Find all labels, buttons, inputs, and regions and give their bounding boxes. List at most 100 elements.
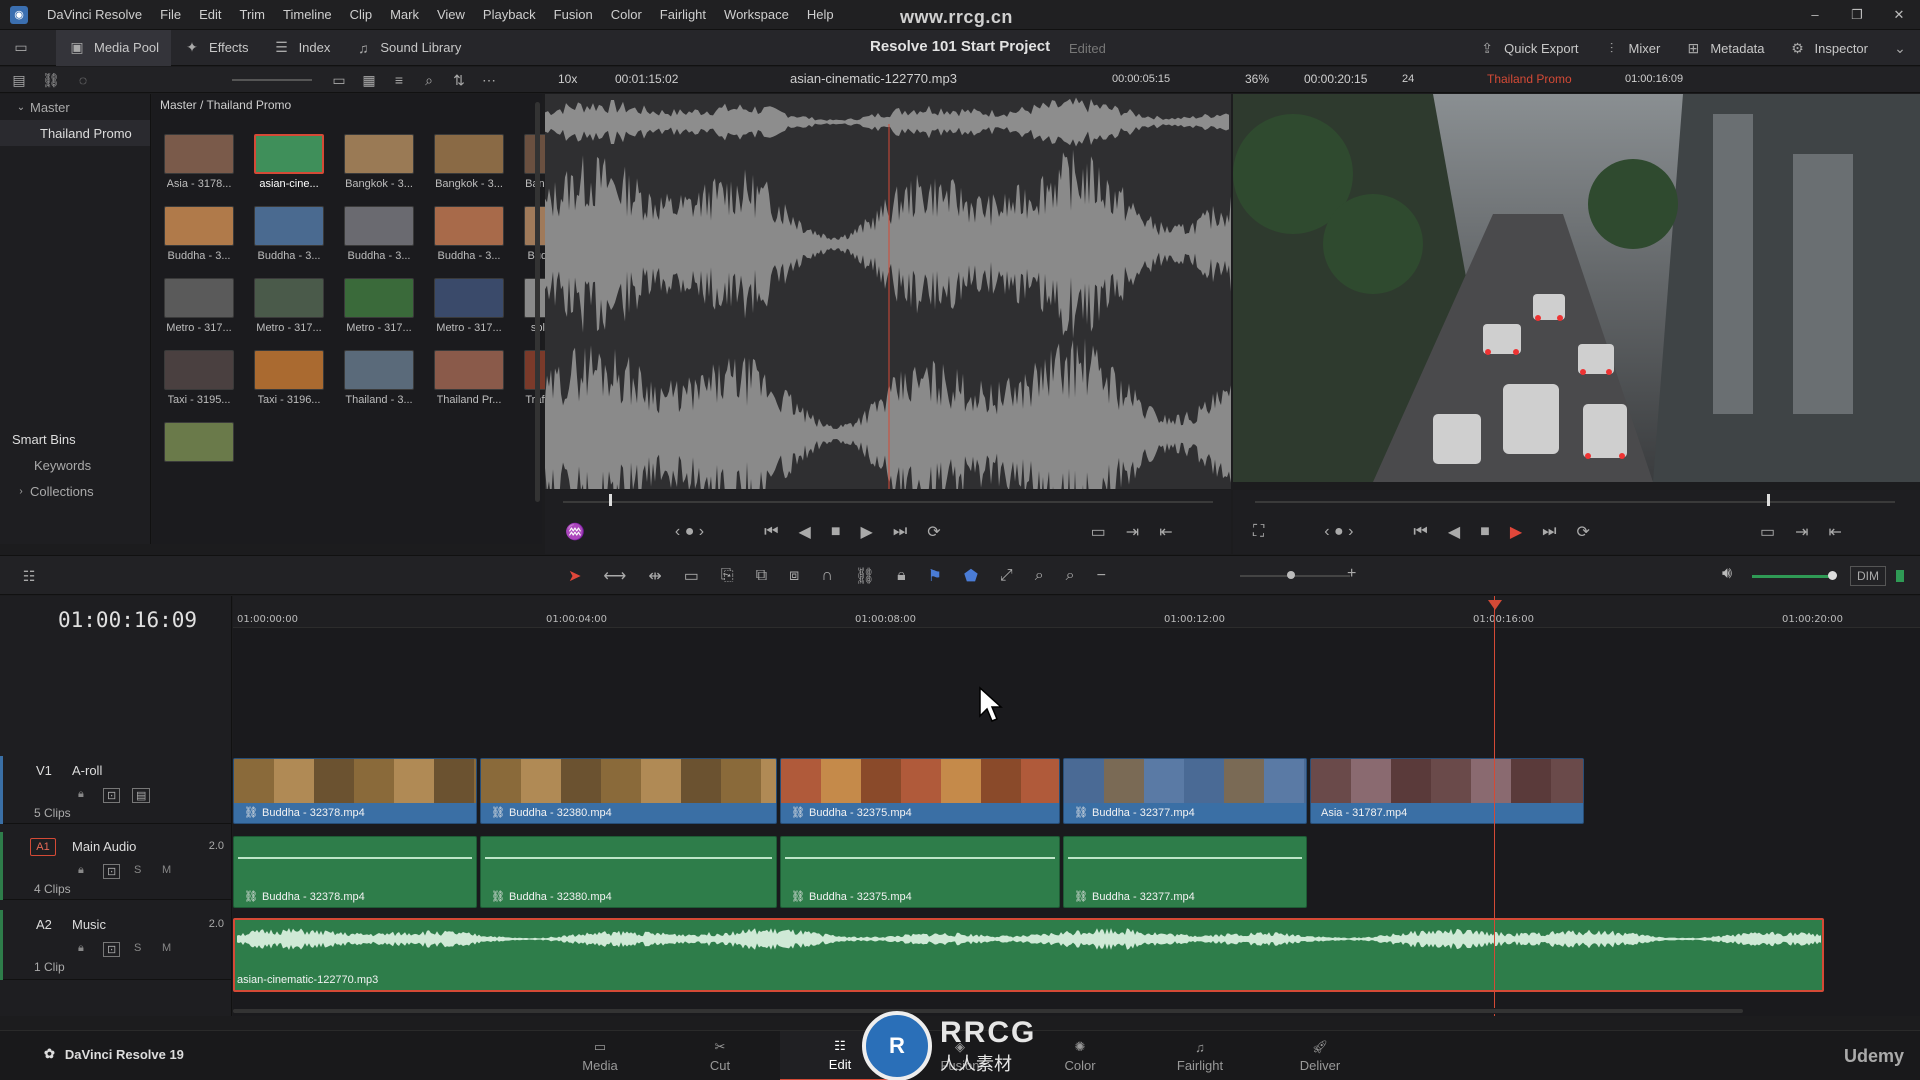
program-viewer[interactable]: [1233, 94, 1920, 489]
pool-clip-thumbnail[interactable]: Metro - 317...: [434, 278, 504, 350]
tab-fairlight[interactable]: ♫ Fairlight: [1140, 1031, 1260, 1080]
video-clip[interactable]: Asia - 31787.mp4: [1310, 758, 1584, 824]
inspector-button[interactable]: ⚙ Inspector: [1777, 30, 1880, 66]
linked-selection-icon[interactable]: ⛓: [855, 566, 875, 586]
menu-fusion[interactable]: Fusion: [545, 7, 602, 22]
source-zoom[interactable]: 10x: [558, 72, 577, 86]
track-a1-auto-select-icon[interactable]: ⊡: [103, 864, 121, 879]
chat-icon[interactable]: ◌: [74, 71, 92, 89]
timeline-scrollbar[interactable]: [233, 1008, 1920, 1014]
pool-clip-thumbnail[interactable]: Metro - 317...: [254, 278, 324, 350]
zoom-custom-icon[interactable]: ⌕: [1066, 567, 1075, 585]
index-button[interactable]: ☰ Index: [261, 30, 343, 66]
timeline[interactable]: 01:00:00:00 01:00:04:00 01:00:08:00 01:0…: [233, 596, 1920, 1016]
match-frame-icon[interactable]: ▭: [1760, 522, 1775, 542]
search-icon[interactable]: ⌕: [420, 71, 438, 89]
track-header-a2[interactable]: A2 Music 2.0 🔒︎ ⊡ S M 1 Clip: [0, 910, 232, 980]
smart-bin-keywords[interactable]: Keywords: [0, 452, 91, 478]
pool-clip-thumbnail[interactable]: Buddha - 3...: [344, 206, 414, 278]
pool-clip-thumbnail[interactable]: Thailand Pr...: [434, 350, 504, 422]
mark-in-icon[interactable]: ⇥: [1126, 522, 1139, 542]
pool-clip-thumbnail[interactable]: Buddha - 3...: [164, 206, 234, 278]
menu-app-name[interactable]: DaVinci Resolve: [38, 7, 151, 22]
pool-clip-thumbnail[interactable]: Metro - 317...: [164, 278, 234, 350]
jog-icon[interactable]: ‹ ● ›: [1324, 523, 1353, 541]
match-frame-icon[interactable]: ▭: [1091, 522, 1106, 542]
loop-icon[interactable]: ⟳: [1577, 522, 1590, 542]
mark-out-icon[interactable]: ⇤: [1159, 522, 1172, 542]
metadata-view-icon[interactable]: ▭: [330, 71, 348, 89]
playhead[interactable]: [1494, 596, 1495, 1016]
timeline-options-icon[interactable]: ☷: [20, 567, 38, 585]
pool-clip-thumbnail[interactable]: Metro - 317...: [344, 278, 414, 350]
menu-view[interactable]: View: [428, 7, 474, 22]
more-options-icon[interactable]: ⋯: [480, 71, 498, 89]
play-icon[interactable]: ▶: [861, 522, 873, 542]
pool-clip-thumbnail[interactable]: Taxi - 3196...: [254, 350, 324, 422]
pool-clip-thumbnail[interactable]: Thailand - 3...: [344, 350, 414, 422]
skip-back-icon[interactable]: ⏮: [1413, 523, 1427, 541]
bin-thailand-promo[interactable]: Thailand Promo: [0, 120, 150, 146]
restore-icon[interactable]: ❐: [1836, 0, 1878, 30]
position-lock-icon[interactable]: 🔒︎: [897, 567, 906, 585]
minimize-icon[interactable]: –: [1794, 0, 1836, 30]
skip-forward-icon[interactable]: ⏭: [1542, 523, 1556, 541]
track-a2-auto-select-icon[interactable]: ⊡: [103, 942, 121, 957]
close-icon[interactable]: ✕: [1878, 0, 1920, 30]
stop-icon[interactable]: ■: [1480, 523, 1490, 541]
program-playhead-marker[interactable]: [1767, 494, 1770, 506]
program-zoom[interactable]: 36%: [1245, 72, 1269, 86]
track-a1-lock-icon[interactable]: 🔒︎: [78, 864, 84, 877]
timeline-ruler[interactable]: 01:00:00:00 01:00:04:00 01:00:08:00 01:0…: [233, 596, 1920, 628]
track-a1-name[interactable]: Main Audio: [72, 839, 136, 854]
metadata-button[interactable]: ⊞ Metadata: [1672, 30, 1776, 66]
replace-clip-icon[interactable]: ⧈: [789, 567, 799, 585]
tab-deliver[interactable]: 🚀︎ Deliver: [1260, 1031, 1380, 1080]
zoom-detail-icon[interactable]: ⌕: [1035, 567, 1044, 585]
track-a2-name[interactable]: Music: [72, 917, 106, 932]
pool-clip-thumbnail[interactable]: asian-cine...: [254, 134, 324, 206]
link-icon[interactable]: ⛓: [42, 71, 60, 89]
crop-icon[interactable]: ⛶: [1253, 523, 1264, 541]
video-clip[interactable]: ⛓ Buddha - 32378.mp4: [233, 758, 477, 824]
pool-clip-thumbnail[interactable]: [164, 422, 234, 494]
track-v1-video-toggle-icon[interactable]: ▤: [132, 788, 151, 803]
volume-handle[interactable]: [1828, 571, 1837, 580]
menu-fairlight[interactable]: Fairlight: [651, 7, 715, 22]
play-icon[interactable]: ▶: [1510, 522, 1522, 542]
audio-clip[interactable]: ⛓ Buddha - 32375.mp4: [780, 836, 1060, 908]
track-a1-mute-button[interactable]: M: [162, 864, 171, 876]
mixer-button[interactable]: ⫶ Mixer: [1591, 30, 1673, 66]
track-a1-solo-button[interactable]: S: [134, 864, 141, 876]
sound-library-button[interactable]: ♫ Sound Library: [342, 30, 473, 66]
smart-bin-collections[interactable]: › Collections: [0, 478, 93, 504]
timeline-zoom-handle[interactable]: [1287, 571, 1295, 579]
media-pool-button[interactable]: ▣ Media Pool: [56, 29, 172, 66]
audio-clip[interactable]: ⛓ Buddha - 32377.mp4: [1063, 836, 1307, 908]
flag-icon[interactable]: ⚑: [928, 566, 942, 586]
bin-master[interactable]: ⌄ Master: [0, 94, 150, 120]
volume-icon[interactable]: 🔊︎: [1722, 565, 1732, 583]
source-viewer[interactable]: [545, 94, 1231, 530]
loop-icon[interactable]: ⟳: [927, 522, 940, 542]
pool-clip-thumbnail[interactable]: Buddha - 3...: [254, 206, 324, 278]
source-scrubber[interactable]: [563, 501, 1213, 503]
menu-color[interactable]: Color: [602, 7, 651, 22]
menu-workspace[interactable]: Workspace: [715, 7, 798, 22]
timeline-name-dropdown[interactable]: Thailand Promo: [1487, 72, 1572, 86]
audio-clip[interactable]: ⛓ Buddha - 32378.mp4: [233, 836, 477, 908]
track-a2-solo-button[interactable]: S: [134, 942, 141, 954]
menu-mark[interactable]: Mark: [381, 7, 428, 22]
tab-color[interactable]: ✺ Color: [1020, 1031, 1140, 1080]
pool-clip-thumbnail[interactable]: Bangkok - 3...: [434, 134, 504, 206]
video-clip[interactable]: ⛓ Buddha - 32377.mp4: [1063, 758, 1307, 824]
selection-tool-icon[interactable]: ➤: [568, 566, 581, 586]
menu-playback[interactable]: Playback: [474, 7, 545, 22]
thumbnail-size-slider[interactable]: [232, 79, 312, 81]
blade-tool-icon[interactable]: ▭: [684, 566, 699, 586]
track-a1-id[interactable]: A1: [30, 838, 56, 856]
play-reverse-icon[interactable]: ◀: [1448, 522, 1460, 542]
track-v1-lock-icon[interactable]: 🔒︎: [78, 788, 84, 801]
menu-help[interactable]: Help: [798, 7, 843, 22]
menu-timeline[interactable]: Timeline: [274, 7, 341, 22]
